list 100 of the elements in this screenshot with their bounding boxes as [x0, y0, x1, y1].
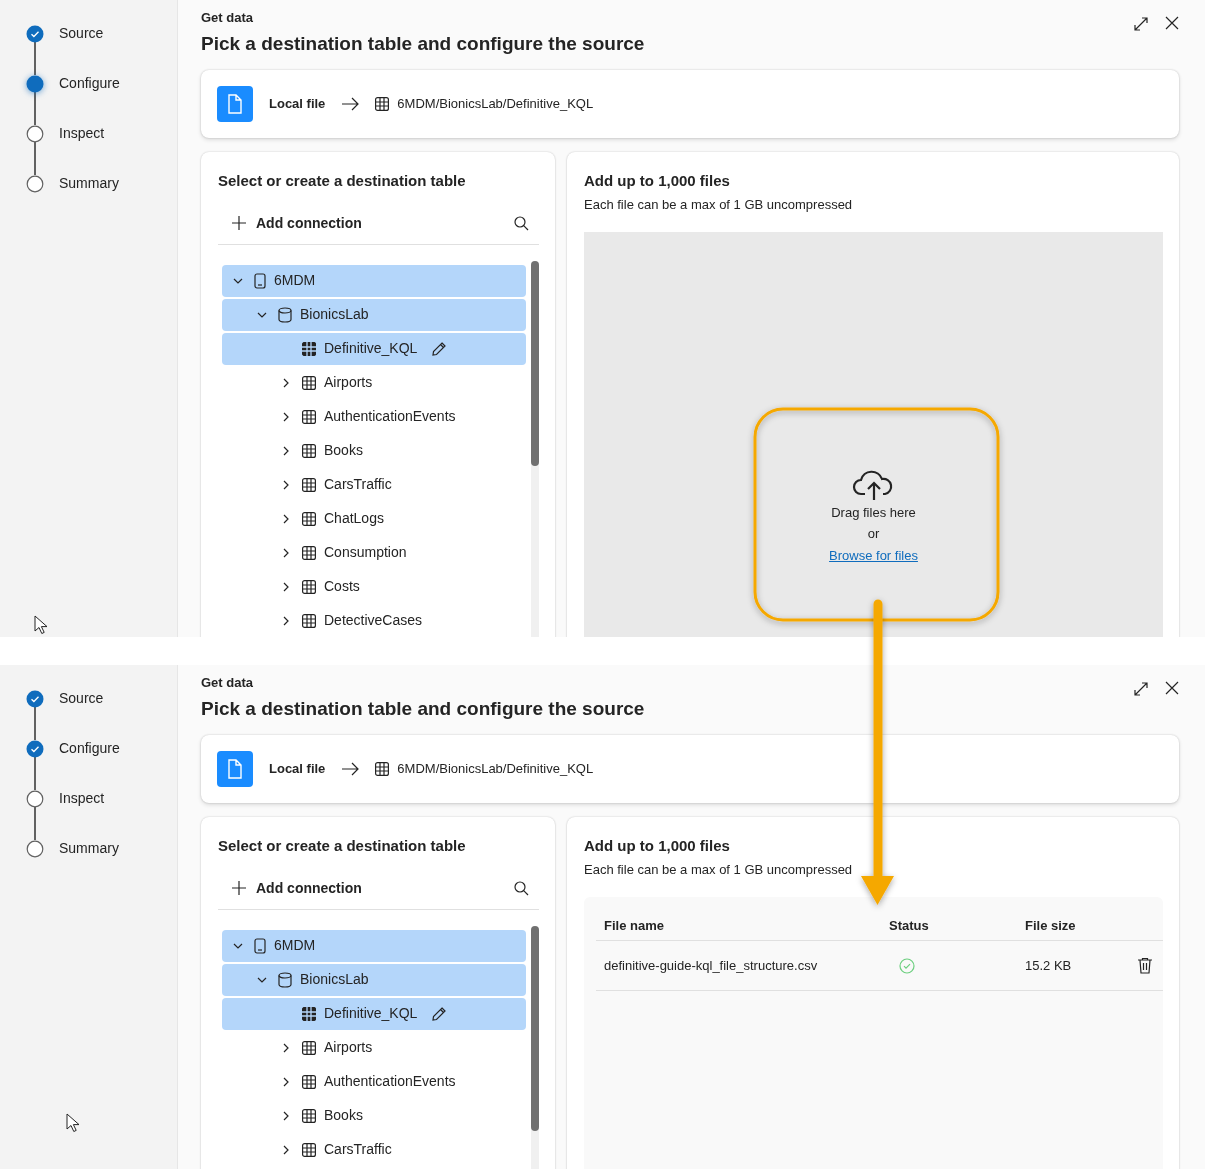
search-icon[interactable] [514, 880, 529, 896]
arrow-right-icon [341, 762, 360, 776]
panel-title: Select or create a destination table [218, 836, 467, 856]
tree-item-label: Airports [324, 373, 373, 392]
tree-item[interactable]: Consumption [222, 536, 526, 569]
table-icon [375, 762, 390, 776]
table-icon [302, 545, 316, 560]
table-icon [302, 409, 316, 424]
chevron-down-icon [233, 277, 243, 284]
add-connection-button[interactable]: Add connection [232, 877, 362, 899]
tree-item[interactable]: AuthenticationEvents [222, 1065, 526, 1098]
chevron-right-icon [283, 377, 289, 388]
table-icon [302, 579, 316, 594]
chevron-right-icon [283, 1144, 289, 1155]
drop-text: Drag files here [831, 503, 916, 522]
tree-item[interactable]: AuthenticationEvents [222, 400, 526, 433]
step-label: Source [59, 689, 104, 708]
tree-item[interactable]: BionicsLab [222, 963, 526, 996]
tree-item[interactable]: CarsTraffic [222, 468, 526, 501]
pencil-icon[interactable] [431, 1005, 448, 1022]
tree-item-label: BionicsLab [300, 305, 369, 324]
tree-item[interactable]: Books [222, 1099, 526, 1132]
chevron-right-icon [283, 479, 289, 490]
table-icon [302, 1040, 316, 1055]
tree-item[interactable]: Airports [222, 1031, 526, 1064]
chevron-right-icon [283, 1076, 289, 1087]
eyebrow-text: Get data [201, 674, 254, 692]
chevron-right-icon [283, 513, 289, 524]
device-icon [254, 272, 266, 289]
close-icon[interactable] [1165, 16, 1179, 30]
tree-item[interactable]: Costs [222, 570, 526, 603]
tree-item-label: DetectiveCases [324, 611, 423, 630]
table-icon [302, 1108, 316, 1123]
scrollbar-thumb[interactable] [531, 925, 539, 1131]
chevron-right-icon [283, 1110, 289, 1121]
expand-icon[interactable] [1133, 681, 1149, 697]
source-label: Local file [269, 760, 326, 779]
expand-icon[interactable] [1133, 16, 1149, 32]
file-icon [217, 751, 253, 787]
panel-title: Add up to 1,000 files [584, 171, 731, 191]
table-icon [302, 613, 316, 628]
database-icon [278, 971, 292, 988]
source-label: Local file [269, 95, 326, 114]
tree-item[interactable]: DetectiveCases [222, 604, 526, 637]
step-label: Inspect [59, 789, 105, 808]
tree-item[interactable]: CarsTraffic [222, 1133, 526, 1166]
tree-item-label: CarsTraffic [324, 475, 392, 494]
tree-item-label: Books [324, 441, 363, 460]
tree-item[interactable]: Definitive_KQL [222, 332, 526, 365]
chevron-right-icon [283, 547, 289, 558]
chevron-right-icon [283, 615, 289, 626]
panel-title: Select or create a destination table [218, 171, 467, 191]
pencil-icon[interactable] [431, 340, 448, 357]
table-icon [375, 97, 390, 111]
tree-item[interactable]: Definitive_KQL [222, 997, 526, 1030]
plus-icon [232, 216, 246, 230]
tree-item-label: 6MDM [274, 271, 316, 290]
tree-item-label: AuthenticationEvents [324, 407, 456, 426]
step-label: Inspect [59, 124, 105, 143]
chevron-down-icon [257, 311, 267, 318]
chevron-down-icon [233, 942, 243, 949]
tree-item-label: CarsTraffic [324, 1140, 392, 1159]
search-icon[interactable] [514, 215, 529, 231]
file-icon [217, 86, 253, 122]
tree-item-label: Costs [324, 577, 360, 596]
database-icon [278, 306, 292, 323]
table-icon [302, 375, 316, 390]
step-label: Configure [59, 74, 120, 93]
page-title: Pick a destination table and configure the source [201, 31, 645, 56]
step-label: Source [59, 24, 104, 43]
chevron-down-icon [257, 976, 267, 983]
tree-item-label: Consumption [324, 543, 407, 562]
tree-item[interactable]: 6MDM [222, 264, 526, 297]
arrow-right-icon [341, 97, 360, 111]
page-title: Pick a destination table and configure the source [201, 696, 645, 721]
chevron-right-icon [283, 445, 289, 456]
table-icon [302, 511, 316, 526]
trash-icon[interactable] [1137, 957, 1153, 974]
tree-item[interactable]: Airports [222, 366, 526, 399]
tree-item-label: BionicsLab [300, 970, 369, 989]
tree-item[interactable]: ChatLogs [222, 502, 526, 535]
tree-item-label: AuthenticationEvents [324, 1072, 456, 1091]
tree-item[interactable]: BionicsLab [222, 298, 526, 331]
step-label: Summary [59, 174, 119, 193]
panel-subtitle: Each file can be a max of 1 GB uncompressed [584, 195, 854, 214]
add-connection-button[interactable]: Add connection [232, 212, 362, 234]
step-label: Summary [59, 839, 119, 858]
separator-text: or [867, 525, 880, 544]
plus-icon [232, 881, 246, 895]
table-icon [302, 341, 316, 356]
tree-item[interactable]: 6MDM [222, 929, 526, 962]
tree-item[interactable]: Books [222, 434, 526, 467]
browse-link[interactable]: Browse for files [829, 545, 918, 566]
tree-item-label: Definitive_KQL [324, 339, 418, 358]
scrollbar-thumb[interactable] [531, 260, 539, 466]
chevron-right-icon [283, 411, 289, 422]
close-icon[interactable] [1165, 681, 1179, 695]
destination-path: 6MDM/BionicsLab/Definitive_KQL [397, 760, 594, 779]
destination-path: 6MDM/BionicsLab/Definitive_KQL [397, 95, 594, 114]
drop-zone[interactable]: Drag files here or Browse for files [584, 232, 1163, 637]
